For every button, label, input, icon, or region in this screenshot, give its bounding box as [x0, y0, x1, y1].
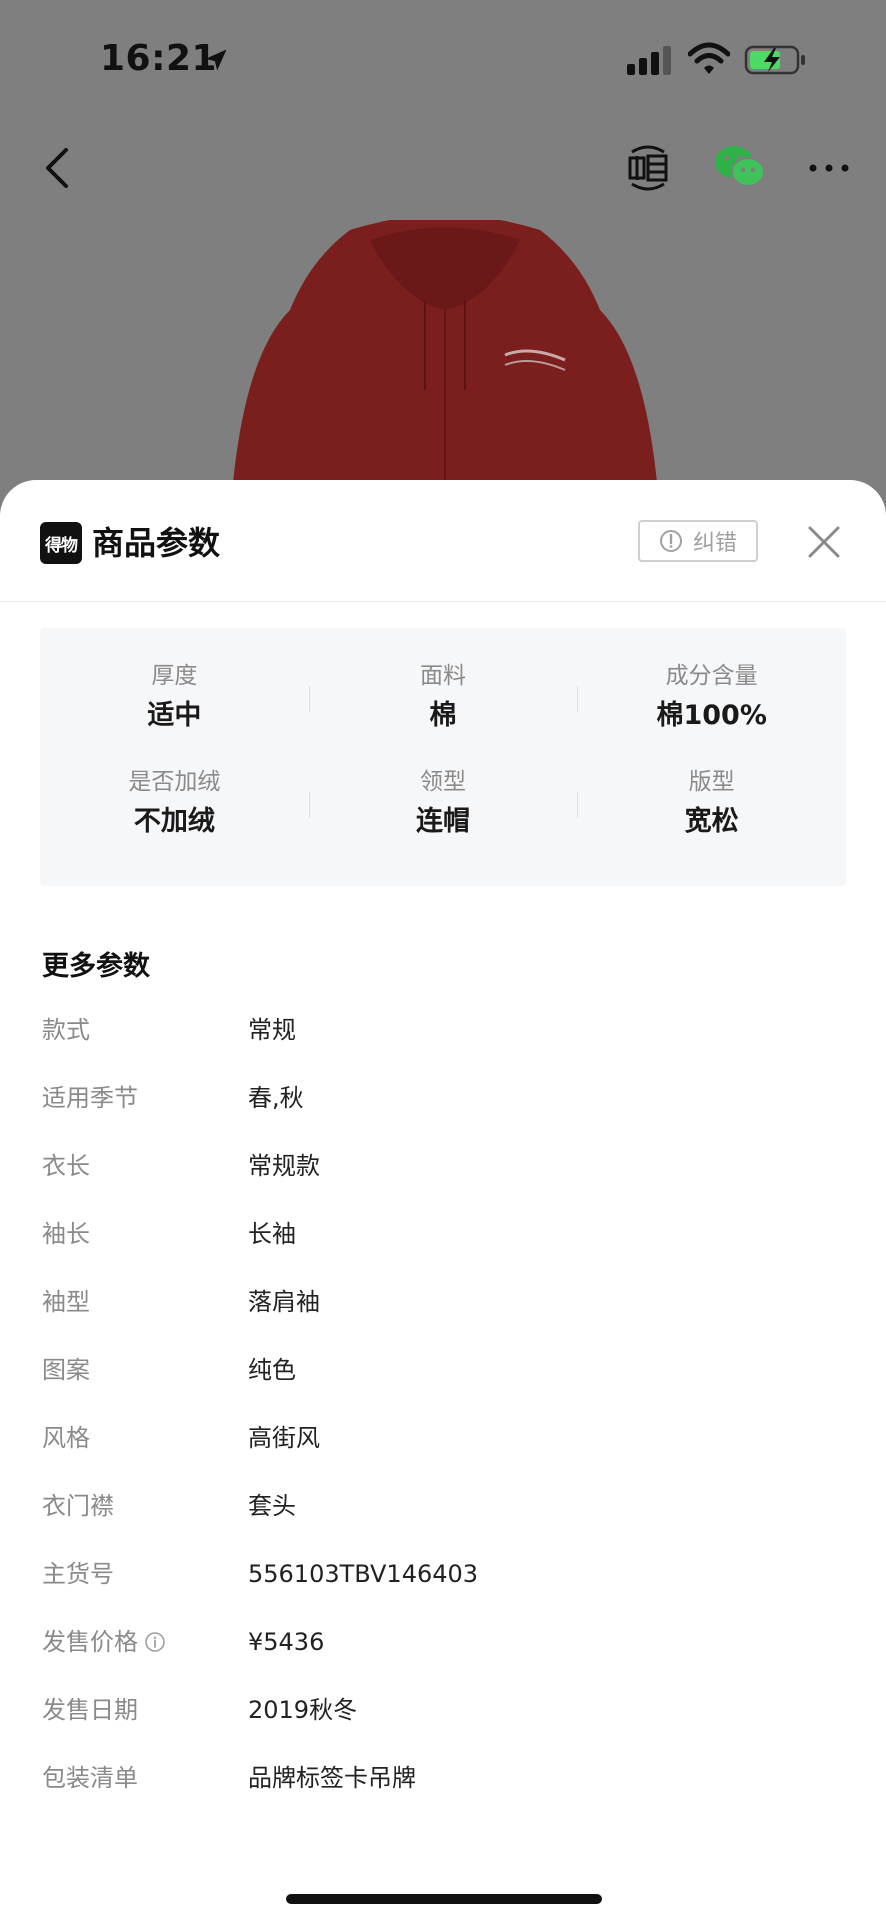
key-param-item: 是否加绒 不加绒	[40, 764, 309, 864]
key-param-label: 面料	[420, 663, 466, 689]
location-arrow-icon	[205, 49, 227, 71]
spec-row: 衣长 常规款	[42, 1148, 842, 1216]
more-params-list: 款式 常规 适用季节 春,秋 衣长 常规款 袖长 长袖 袖型 落肩袖 图案 纯色…	[42, 1012, 842, 1828]
spec-label-text: 发售价格	[42, 1628, 138, 1656]
spec-label: 包装清单	[42, 1764, 138, 1792]
key-param-label: 成分含量	[665, 663, 758, 689]
sheet-title: 商品参数	[92, 524, 221, 562]
spec-label: 款式	[42, 1016, 90, 1044]
close-icon[interactable]	[806, 524, 842, 560]
key-param-item: 领型 连帽	[308, 764, 578, 864]
key-param-label: 版型	[688, 769, 735, 795]
spec-label: 风格	[42, 1424, 90, 1452]
spec-row: 发售价格 ¥5436	[42, 1624, 842, 1692]
spec-label: 衣门襟	[42, 1492, 114, 1520]
key-param-label: 厚度	[151, 663, 198, 689]
spec-label: 主货号	[42, 1560, 114, 1588]
spec-row: 袖型 落肩袖	[42, 1284, 842, 1352]
spec-row: 主货号 556103TBV146403	[42, 1556, 842, 1624]
key-param-item: 面料 棉	[308, 658, 578, 758]
key-params-row: 厚度 适中 面料 棉 成分含量 棉100%	[40, 658, 846, 758]
key-param-value: 不加绒	[133, 806, 215, 837]
key-param-value: 宽松	[684, 806, 739, 837]
spec-value: 长袖	[248, 1220, 296, 1248]
product-image-hoodie	[230, 220, 660, 520]
spec-row: 风格 高街风	[42, 1420, 842, 1488]
key-param-value: 适中	[147, 700, 202, 731]
spec-label: 衣长	[42, 1152, 90, 1180]
brand-logo: 得物	[40, 522, 82, 564]
spec-value: 556103TBV146403	[248, 1560, 479, 1588]
key-param-value: 棉100%	[656, 700, 767, 731]
info-icon[interactable]	[144, 1631, 166, 1653]
key-params-grid: 厚度 适中 面料 棉 成分含量 棉100% 是否加绒 不加绒 领型 连帽 版型	[40, 628, 846, 886]
spec-label: 袖长	[42, 1220, 90, 1248]
product-page-background: 16:21	[0, 0, 886, 520]
exclamation-circle-icon	[659, 530, 682, 552]
key-param-item: 版型 宽松	[577, 764, 846, 864]
spec-label: 图案	[42, 1356, 90, 1384]
back-chevron-icon[interactable]	[38, 144, 78, 192]
spec-value: 常规	[248, 1016, 296, 1044]
more-params-title: 更多参数	[42, 951, 150, 982]
spec-value: 落肩袖	[248, 1288, 320, 1316]
spec-value: 常规款	[248, 1152, 320, 1180]
sheet-header: 得物 商品参数 纠错	[0, 480, 886, 602]
spec-row: 发售日期 2019秋冬	[42, 1692, 842, 1760]
home-indicator[interactable]	[286, 1894, 602, 1904]
sell-icon[interactable]	[624, 142, 672, 194]
report-error-button[interactable]: 纠错	[638, 520, 758, 562]
spec-value: 纯色	[248, 1356, 296, 1384]
key-param-item: 厚度 适中	[40, 658, 309, 758]
key-param-value: 连帽	[416, 806, 470, 837]
spec-row: 衣门襟 套头	[42, 1488, 842, 1556]
spec-row: 适用季节 春,秋	[42, 1080, 842, 1148]
battery-charging-icon	[744, 45, 805, 75]
key-param-label: 是否加绒	[128, 769, 221, 795]
key-param-value: 棉	[429, 700, 457, 731]
spec-value: 品牌标签卡吊牌	[248, 1764, 416, 1792]
spec-row: 包装清单 品牌标签卡吊牌	[42, 1760, 842, 1828]
spec-value: 2019秋冬	[248, 1696, 358, 1724]
report-error-label: 纠错	[692, 531, 737, 556]
spec-value: 春,秋	[248, 1084, 304, 1112]
spec-row: 袖长 长袖	[42, 1216, 842, 1284]
spec-label: 适用季节	[42, 1084, 138, 1112]
spec-row: 款式 常规	[42, 1012, 842, 1080]
top-nav-bar	[0, 130, 886, 210]
spec-label-with-info: 发售价格	[42, 1624, 166, 1660]
product-params-sheet: 得物 商品参数 纠错 厚度 适中 面料 棉 成分含量 棉100% 是否加绒 不加…	[0, 480, 886, 1920]
spec-value: 高街风	[248, 1424, 320, 1452]
status-time: 16:21	[100, 38, 218, 79]
key-param-label: 领型	[420, 769, 466, 795]
spec-label: 发售日期	[42, 1696, 138, 1724]
key-param-item: 成分含量 棉100%	[577, 658, 846, 758]
wifi-icon	[688, 42, 730, 74]
status-bar: 16:21	[0, 0, 886, 120]
key-params-row: 是否加绒 不加绒 领型 连帽 版型 宽松	[40, 764, 846, 864]
spec-value: ¥5436	[248, 1628, 325, 1656]
wechat-share-icon[interactable]	[714, 144, 766, 190]
more-dots-icon[interactable]	[808, 158, 850, 178]
spec-value: 套头	[248, 1492, 296, 1520]
spec-label: 袖型	[42, 1288, 90, 1316]
spec-row: 图案 纯色	[42, 1352, 842, 1420]
cellular-signal-icon	[627, 46, 671, 75]
